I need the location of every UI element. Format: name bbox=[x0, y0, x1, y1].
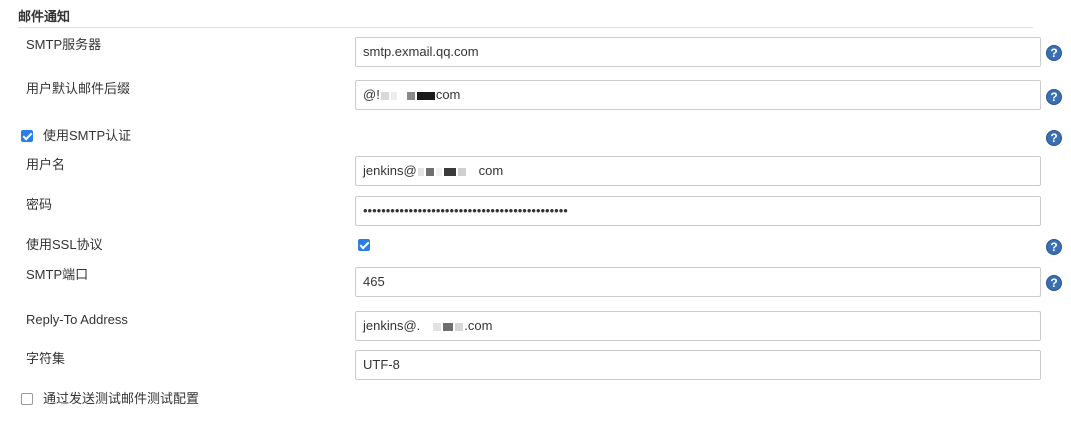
default-suffix-value-suffix: com bbox=[435, 87, 461, 102]
section-title: 邮件通知 bbox=[18, 9, 71, 24]
password-value: ••••••••••••••••••••••••••••••••••••••••… bbox=[363, 203, 568, 218]
redacted-block bbox=[421, 322, 432, 331]
charset-label: 字符集 bbox=[26, 351, 66, 366]
smtp-port-value: 465 bbox=[363, 274, 385, 289]
username-label: 用户名 bbox=[26, 157, 66, 172]
reply-to-value-prefix: jenkins@. bbox=[363, 318, 421, 333]
charset-input[interactable]: UTF-8 bbox=[355, 350, 1041, 380]
redacted-block bbox=[390, 91, 397, 100]
smtp-port-help-icon[interactable]: ? bbox=[1046, 275, 1062, 291]
redacted-block bbox=[457, 167, 466, 176]
default-suffix-label: 用户默认邮件后缀 bbox=[26, 81, 131, 96]
password-input[interactable]: ••••••••••••••••••••••••••••••••••••••••… bbox=[355, 196, 1041, 226]
username-input[interactable]: jenkins@ com bbox=[355, 156, 1041, 186]
smtp-server-value: smtp.exmail.qq.com bbox=[363, 44, 479, 59]
redacted-block bbox=[406, 91, 415, 100]
redacted-block bbox=[417, 167, 424, 176]
reply-to-value-suffix: .com bbox=[464, 318, 493, 333]
use-smtp-auth-help-icon[interactable]: ? bbox=[1046, 130, 1062, 146]
charset-value: UTF-8 bbox=[363, 357, 400, 372]
redacted-block bbox=[425, 167, 434, 176]
reply-to-input[interactable]: jenkins@. .com bbox=[355, 311, 1041, 341]
test-config-label: 通过发送测试邮件测试配置 bbox=[43, 391, 200, 406]
redacted-block bbox=[455, 322, 464, 331]
use-ssl-label: 使用SSL协议 bbox=[26, 237, 103, 252]
test-config-checkbox[interactable] bbox=[21, 393, 33, 405]
default-suffix-help-icon[interactable]: ? bbox=[1046, 89, 1062, 105]
smtp-port-input[interactable]: 465 bbox=[355, 267, 1041, 297]
redacted-block bbox=[443, 322, 454, 331]
smtp-server-help-icon[interactable]: ? bbox=[1046, 45, 1062, 61]
redacted-block bbox=[416, 91, 435, 100]
redacted-block bbox=[435, 167, 442, 176]
smtp-port-label: SMTP端口 bbox=[26, 267, 89, 282]
username-value-prefix: jenkins@ bbox=[363, 163, 417, 178]
redacted-block bbox=[433, 322, 442, 331]
redacted-block bbox=[398, 91, 405, 100]
use-ssl-checkbox[interactable] bbox=[358, 239, 370, 251]
redacted-block bbox=[380, 91, 389, 100]
smtp-server-label: SMTP服务器 bbox=[26, 37, 102, 52]
redacted-block bbox=[443, 167, 456, 176]
use-smtp-auth-label: 使用SMTP认证 bbox=[43, 128, 132, 143]
reply-to-label: Reply-To Address bbox=[26, 312, 128, 327]
default-suffix-value-prefix: @! bbox=[363, 87, 380, 102]
section-divider bbox=[18, 27, 1033, 28]
smtp-server-input[interactable]: smtp.exmail.qq.com bbox=[355, 37, 1041, 67]
username-value-suffix: com bbox=[478, 163, 504, 178]
use-ssl-help-icon[interactable]: ? bbox=[1046, 239, 1062, 255]
use-smtp-auth-checkbox[interactable] bbox=[21, 130, 33, 142]
redacted-block bbox=[467, 167, 478, 176]
password-label: 密码 bbox=[26, 197, 53, 212]
default-suffix-input[interactable]: @! com bbox=[355, 80, 1041, 110]
